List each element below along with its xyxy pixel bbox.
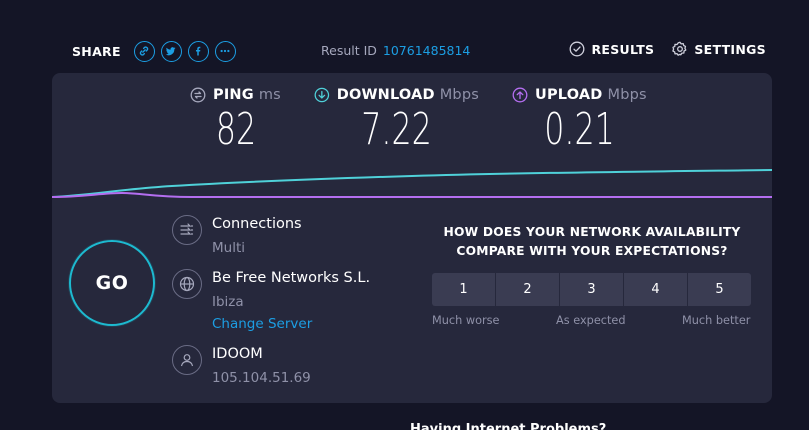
gear-icon xyxy=(672,41,687,56)
ping-label: PING xyxy=(213,87,254,103)
link-icon[interactable] xyxy=(133,40,155,62)
connections-icon xyxy=(172,215,202,245)
results-label: RESULTS xyxy=(591,41,655,57)
isp-ip: 105.104.51.69 xyxy=(212,370,311,386)
user-icon xyxy=(172,345,202,375)
download-line xyxy=(52,169,772,198)
ping-header: PING ms xyxy=(190,87,282,103)
server-name: Be Free Networks S.L. xyxy=(212,270,371,286)
upload-header: UPLOAD Mbps xyxy=(512,87,647,103)
isp-text: IDOOM 105.104.51.69 xyxy=(212,345,311,387)
upload-label: UPLOAD xyxy=(535,87,603,103)
survey-question-line1: HOW DOES YOUR NETWORK AVAILABILITY xyxy=(443,225,741,239)
connections-value: Multi xyxy=(212,240,245,256)
upload-line xyxy=(52,191,772,198)
upload-icon xyxy=(512,87,528,103)
survey-question: HOW DOES YOUR NETWORK AVAILABILITY COMPA… xyxy=(432,223,752,261)
scale-high-label: Much better xyxy=(682,314,751,327)
server-location: Ibiza xyxy=(212,294,244,310)
rating-button-3[interactable]: 3 xyxy=(560,273,623,306)
twitter-icon[interactable] xyxy=(160,40,182,62)
settings-link[interactable]: SETTINGS xyxy=(672,41,766,57)
rating-button-4[interactable]: 4 xyxy=(624,273,687,306)
ping-value: 82 xyxy=(215,104,257,155)
rating-button-5[interactable]: 5 xyxy=(688,273,751,306)
network-survey: HOW DOES YOUR NETWORK AVAILABILITY COMPA… xyxy=(432,223,752,327)
results-link[interactable]: RESULTS xyxy=(569,41,654,57)
rating-buttons: 1 2 3 4 5 xyxy=(432,273,751,306)
more-icon[interactable] xyxy=(214,40,236,62)
survey-question-line2: COMPARE WITH YOUR EXPECTATIONS? xyxy=(456,244,728,258)
rating-button-1[interactable]: 1 xyxy=(432,273,495,306)
server-text: Be Free Networks S.L. Ibiza Change Serve… xyxy=(212,269,370,333)
go-button[interactable]: GO xyxy=(69,240,155,326)
download-metric: DOWNLOAD Mbps 7.22 xyxy=(314,87,479,155)
download-header: DOWNLOAD Mbps xyxy=(314,87,479,103)
share-label: SHARE xyxy=(72,43,121,59)
result-id-display: Result ID 10761485814 xyxy=(321,43,470,58)
top-nav: RESULTS SETTINGS xyxy=(551,41,766,57)
upload-value: 0.21 xyxy=(544,104,615,155)
isp-name: IDOOM xyxy=(212,346,263,362)
ping-metric: PING ms 82 xyxy=(190,87,282,155)
connections-title: Connections xyxy=(212,216,302,232)
rating-button-2[interactable]: 2 xyxy=(496,273,559,306)
change-server-link[interactable]: Change Server xyxy=(212,315,370,333)
scale-low-label: Much worse xyxy=(432,314,500,327)
facebook-icon[interactable] xyxy=(187,40,209,62)
share-group: SHARE xyxy=(72,38,236,64)
speed-graph xyxy=(52,169,772,198)
internet-problems-heading: Having Internet Problems? xyxy=(410,422,607,430)
ping-icon xyxy=(190,87,206,103)
upload-unit: Mbps xyxy=(607,87,647,103)
result-id-label: Result ID xyxy=(321,43,377,58)
results-panel: PING ms 82 DOWNLOAD Mbps 7.22 UPLOAD Mbp… xyxy=(52,73,772,403)
download-icon xyxy=(314,87,330,103)
settings-label: SETTINGS xyxy=(694,41,766,57)
scale-mid-label: As expected xyxy=(556,314,626,327)
globe-icon xyxy=(172,269,202,299)
download-label: DOWNLOAD xyxy=(336,87,435,103)
download-value: 7.22 xyxy=(361,104,432,155)
upload-metric: UPLOAD Mbps 0.21 xyxy=(512,87,647,155)
check-circle-icon xyxy=(570,41,585,57)
ping-unit: ms xyxy=(258,87,281,103)
result-id-link[interactable]: 10761485814 xyxy=(383,43,470,58)
connections-text: Connections Multi xyxy=(212,215,302,257)
top-bar: SHARE Result ID 10761485814 RESULTS SETT… xyxy=(0,38,809,66)
download-unit: Mbps xyxy=(439,87,479,103)
